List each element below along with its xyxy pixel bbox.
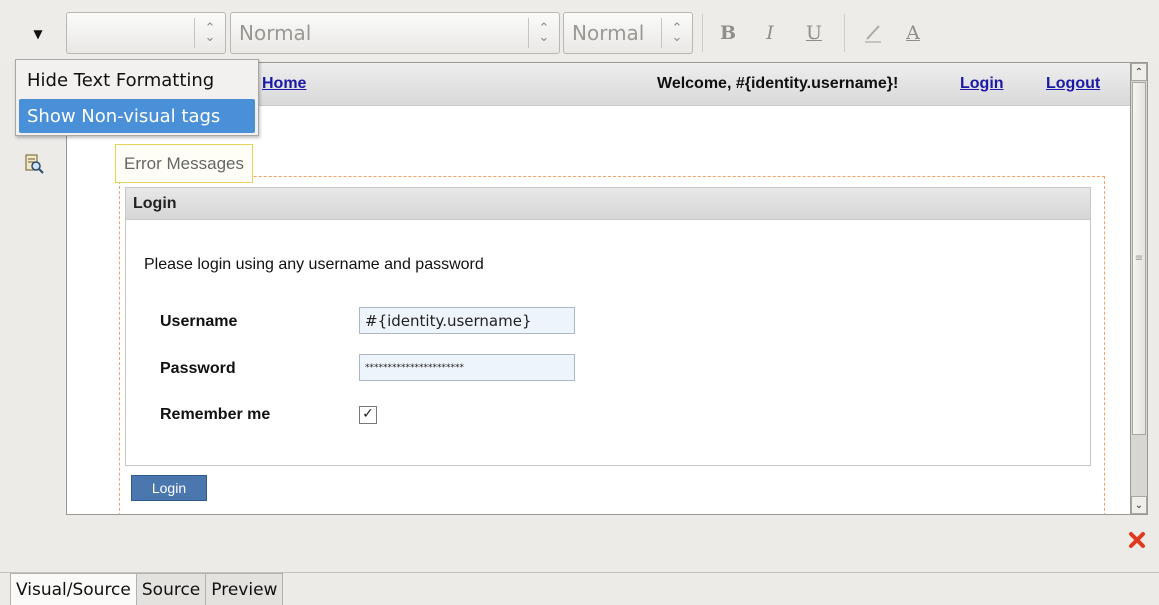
updown-icon: ⌃ ⌄ bbox=[671, 21, 683, 45]
scroll-down-button[interactable]: ⌄ bbox=[1131, 496, 1147, 514]
welcome-text: Welcome, #{identity.username}! bbox=[657, 75, 899, 92]
chevron-down-icon: ⌄ bbox=[1134, 499, 1144, 511]
close-editor-button[interactable] bbox=[1126, 529, 1148, 551]
paragraph-style-select[interactable]: Normal ⌃ ⌄ bbox=[230, 12, 560, 54]
login-panel: Login Please login using any username an… bbox=[125, 187, 1091, 466]
remember-me-label: Remember me bbox=[160, 406, 271, 423]
login-button[interactable]: Login bbox=[131, 475, 207, 501]
updown-icon: ⌃ ⌄ bbox=[538, 21, 550, 45]
editor-vertical-scrollbar[interactable]: ⌃ ≡ ⌄ bbox=[1131, 62, 1148, 515]
tab-visual-source[interactable]: Visual/Source bbox=[10, 573, 137, 605]
text-color-button[interactable]: A bbox=[898, 18, 928, 48]
username-label: Username bbox=[160, 313, 238, 330]
menu-item-show-non-visual-tags[interactable]: Show Non-visual tags bbox=[19, 99, 255, 133]
scroll-up-button[interactable]: ⌃ bbox=[1131, 63, 1147, 81]
password-field[interactable] bbox=[359, 354, 575, 381]
preview-page-icon[interactable] bbox=[24, 154, 44, 174]
login-link[interactable]: Login bbox=[960, 75, 1004, 93]
toolbar-menu-dropdown[interactable]: ▼ bbox=[22, 18, 54, 50]
remember-me-checkbox[interactable]: ✓ bbox=[359, 406, 377, 424]
home-link[interactable]: Home bbox=[262, 75, 306, 93]
username-field[interactable] bbox=[359, 307, 575, 334]
panel-title: Login bbox=[126, 188, 1090, 220]
login-instructions: Please login using any username and pass… bbox=[144, 256, 484, 273]
updown-icon: ⌃ ⌄ bbox=[204, 21, 216, 45]
editor-toolbar: ▼ ⌃ ⌄ Normal ⌃ ⌄ Normal ⌃ ⌄ B I U A bbox=[0, 0, 1159, 62]
error-messages-tag[interactable]: Error Messages bbox=[115, 144, 253, 183]
toolbar-popup-menu: Hide Text Formatting Show Non-visual tag… bbox=[15, 59, 259, 136]
underline-button[interactable]: U bbox=[799, 18, 829, 48]
editor-mode-tabs: Visual/Source Source Preview bbox=[10, 573, 284, 605]
close-icon bbox=[1129, 532, 1145, 548]
bold-button[interactable]: B bbox=[713, 18, 743, 48]
grip-icon: ≡ bbox=[1134, 253, 1144, 264]
scrollbar-thumb[interactable]: ≡ bbox=[1132, 82, 1146, 435]
triangle-down-icon: ▼ bbox=[33, 27, 43, 41]
font-size-select[interactable]: Normal ⌃ ⌄ bbox=[563, 12, 693, 54]
chevron-up-icon: ⌃ bbox=[1134, 66, 1144, 78]
menu-item-hide-text-formatting[interactable]: Hide Text Formatting bbox=[19, 63, 255, 97]
highlighter-icon bbox=[865, 25, 881, 43]
italic-button[interactable]: I bbox=[755, 18, 785, 48]
logout-link[interactable]: Logout bbox=[1046, 75, 1100, 93]
password-label: Password bbox=[160, 360, 236, 377]
tab-preview[interactable]: Preview bbox=[205, 573, 284, 605]
tab-source[interactable]: Source bbox=[135, 573, 207, 605]
highlight-color-button[interactable] bbox=[858, 18, 888, 48]
font-family-select[interactable]: ⌃ ⌄ bbox=[66, 12, 226, 54]
